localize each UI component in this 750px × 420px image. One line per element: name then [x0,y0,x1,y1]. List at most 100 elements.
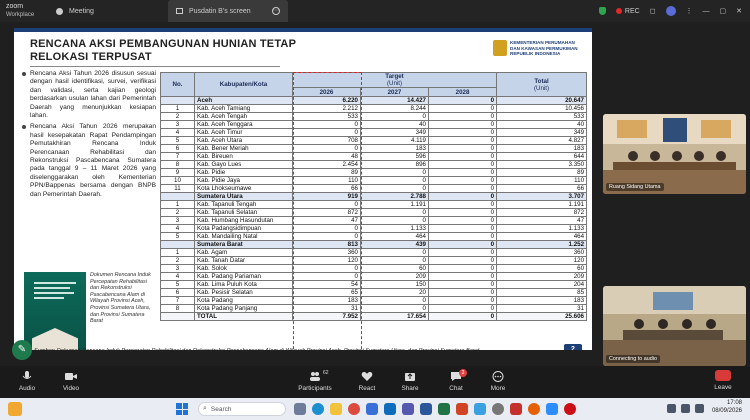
bullet-item: Rencana Aksi Tahun 2026 disusun sesuai d… [22,70,156,120]
settings-icon[interactable] [492,403,504,415]
cell-kabupaten: Kab. Mandailing Natal [194,232,293,241]
excel-icon[interactable] [438,403,450,415]
ministry-name: KEMENTERIAN PERUMAHAN DAN KAWASAN PERMUK… [510,40,578,56]
minimize-icon[interactable]: — [703,8,710,15]
tab-shared-screen[interactable]: Pusdatin B's screen ⋯ [168,0,288,22]
cell-2028: 0 [427,200,498,209]
cell-total: 349 [496,128,588,137]
firefox-icon[interactable] [528,403,540,415]
cell-2026: 183 [292,296,361,305]
tab-meeting[interactable]: Meeting [48,0,168,22]
word-icon[interactable] [420,403,432,415]
opera-icon[interactable] [564,403,576,415]
cell-kabupaten: Aceh [194,96,293,105]
more-button[interactable]: More [473,371,523,392]
powerpoint-icon[interactable] [456,403,468,415]
cell-kabupaten: Kab. Tapanuli Tengah [194,200,293,209]
search-placeholder: Search [210,405,232,413]
cell-2027: 2.788 [360,192,429,201]
cell-2027: 60 [360,264,429,273]
ai-companion-icon[interactable] [665,6,676,16]
security-shield-icon[interactable] [598,7,606,15]
cell-total: 20.647 [496,96,588,105]
cell-2027: 183 [360,144,429,153]
cell-2027: 0 [360,296,429,305]
cell-total: 1.191 [496,200,588,209]
cell-total: 25.606 [496,312,588,321]
cell-2028: 0 [427,240,498,249]
bullet-text: Rencana Aksi Tahun 2026 merupakan hasil … [30,123,156,198]
cell-total: 3.350 [496,160,588,169]
cell-2028: 0 [427,112,498,121]
cell-total: 3.707 [496,192,588,201]
cell-2026: 0 [292,264,361,273]
more-label: More [490,385,506,392]
cell-2026: 813 [292,240,361,249]
cell-2028: 0 [427,264,498,273]
cell-total: 1.252 [496,240,588,249]
recording-indicator[interactable]: REC [615,8,640,15]
cell-no [160,312,195,321]
cell-kabupaten: Sumatera Utara [194,192,293,201]
wifi-icon[interactable] [667,404,676,413]
title-bar: zoom Workplace Meeting Pusdatin B's scre… [0,0,750,22]
cell-2026: 0 [292,272,361,281]
cell-2026: 2.212 [292,104,361,113]
cell-2028: 0 [427,136,498,145]
ministry-emblem-icon [493,40,507,57]
cell-2026: 0 [292,144,361,153]
cell-2028: 0 [427,128,498,137]
windows-start-icon[interactable] [176,403,188,415]
teams-icon[interactable] [402,403,414,415]
zoom-taskbar-icon[interactable] [546,403,558,415]
maximize-icon[interactable]: ▢ [720,7,727,15]
cell-no [160,240,195,249]
task-view-icon[interactable] [294,403,306,415]
bullet-list: Rencana Aksi Tahun 2026 disusun sesuai d… [22,70,156,202]
leave-button[interactable]: Leave [710,370,736,391]
cell-no: 7 [160,152,195,161]
outlook-icon[interactable] [384,403,396,415]
participant-tile-connecting[interactable]: Connecting to audio [603,286,746,366]
store-icon[interactable] [366,403,378,415]
participants-button[interactable]: Participants 62 [290,370,340,392]
cell-kabupaten: Kota Padang [194,296,293,305]
document-cover-text-lines [34,282,76,299]
cell-2028: 0 [427,304,498,313]
audio-button[interactable]: Audio [2,371,52,392]
view-options-icon[interactable]: ⋮ [686,7,693,15]
more-options-icon[interactable]: ⋯ [272,7,280,15]
cell-2027: 0 [360,176,429,185]
cell-2026: 919 [292,192,361,201]
notification-icon[interactable]: ◻ [650,7,656,15]
share-button[interactable]: Share [385,371,435,392]
cell-kabupaten: Kab. Aceh Tenggara [194,120,293,129]
cell-kabupaten: TOTAL [194,312,293,321]
app-name: zoom [6,3,24,10]
table-body: Aceh 6.220 14.427 0 20.647 1 Kab. Aceh Tamiang… [160,96,588,321]
participant-tile-ruang-sidang[interactable]: Ruang Sidang Utama [603,114,746,194]
widgets-icon[interactable] [8,402,22,416]
header-target-label: Target [385,73,404,81]
table-row: 6 Kab. Bener Meriah 0 183 0 183 [160,144,588,153]
cell-no: 5 [160,136,195,145]
annotate-pen-button[interactable]: ✎ [12,340,32,360]
video-button[interactable]: Video [46,371,96,392]
acrobat-icon[interactable] [510,403,522,415]
taskbar-clock[interactable]: 17:08 08/09/2026 [712,400,742,415]
edge-icon[interactable] [312,403,324,415]
clock-date: 08/09/2026 [711,407,742,414]
battery-icon[interactable] [695,404,704,413]
close-icon[interactable]: ✕ [736,7,742,15]
cell-2028: 0 [427,216,498,225]
cell-total: 360 [496,248,588,257]
volume-icon[interactable] [681,404,690,413]
cell-total: 89 [496,168,588,177]
cell-no: 5 [160,232,195,241]
chrome-icon[interactable] [348,403,360,415]
file-explorer-icon[interactable] [330,403,342,415]
cell-2026: 360 [292,248,361,257]
taskbar-search[interactable]: ⌕ Search [198,402,286,416]
ministry-logo: KEMENTERIAN PERUMAHAN DAN KAWASAN PERMUK… [493,40,580,57]
photos-icon[interactable] [474,403,486,415]
